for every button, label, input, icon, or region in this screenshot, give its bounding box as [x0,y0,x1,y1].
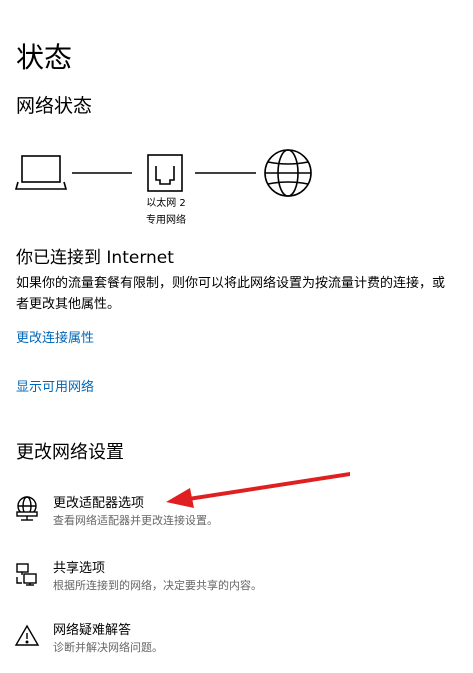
network-diagram-graphic [14,149,312,197]
adapter-name-label: 以太网 2 [146,198,186,209]
connection-description: 如果你的流量套餐有限制，则你可以将此网络设置为按流量计费的连接，或者更改其他属性… [16,276,446,312]
sharing-options-subtitle: 根据所连接到的网络，决定要共享的内容。 [53,579,262,592]
page-title: 状态 [16,41,73,74]
network-profile-label: 专用网络 [146,215,186,226]
annotation-arrow-shaft [182,472,350,502]
show-available-networks-link[interactable]: 显示可用网络 [16,378,94,398]
network-diagram [0,140,473,240]
sharing-icon [16,563,37,586]
ethernet-port-icon [147,154,183,192]
network-troubleshooter-subtitle: 诊断并解决网络问题。 [53,641,163,654]
change-connection-properties-link[interactable]: 更改连接属性 [16,329,94,349]
warning-icon [14,624,40,646]
sharing-options-title: 共享选项 [53,561,106,576]
connection-status-title: 你已连接到 Internet [16,248,174,268]
globe-icon [264,149,312,197]
adapter-globe-icon [16,496,38,521]
annotation-arrow [166,472,350,508]
laptop-icon [14,155,68,190]
network-troubleshooter-item[interactable]: 网络疑难解答 诊断并解决网络问题。 [14,621,454,665]
network-status-heading: 网络状态 [16,95,93,117]
change-adapter-options-subtitle: 查看网络适配器并更改连接设置。 [53,514,218,527]
network-troubleshooter-title: 网络疑难解答 [53,623,132,638]
annotation-arrow-head [166,488,194,508]
sharing-options-item[interactable]: 共享选项 根据所连接到的网络，决定要共享的内容。 [14,559,454,603]
change-adapter-options-title: 更改适配器选项 [53,496,145,511]
change-network-settings-heading: 更改网络设置 [16,442,124,463]
